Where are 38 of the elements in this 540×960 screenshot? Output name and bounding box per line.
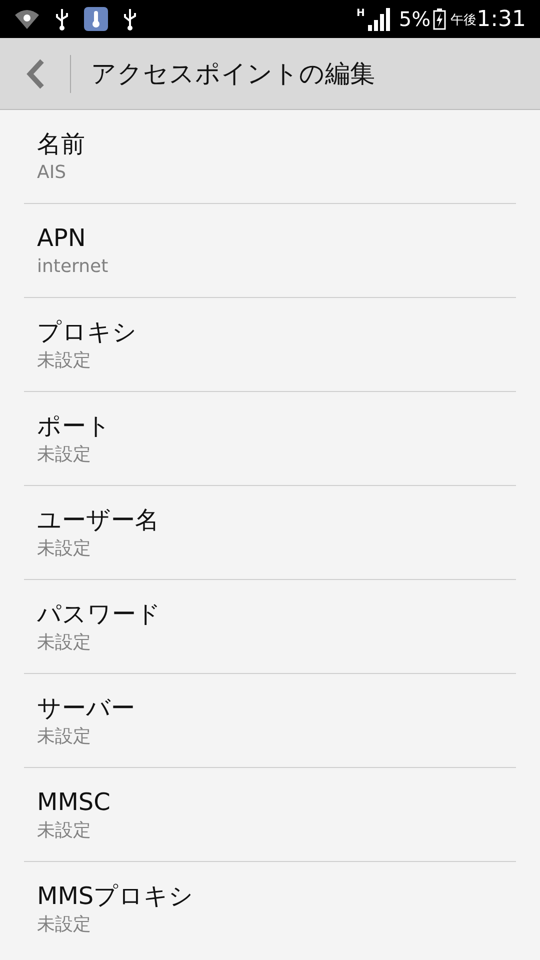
setting-item[interactable]: APN internet (24, 204, 516, 298)
setting-value: 未設定 (37, 348, 92, 372)
setting-label: MMSC (37, 786, 112, 818)
setting-item[interactable]: ポート 未設定 (24, 392, 516, 486)
setting-value: 未設定 (37, 536, 92, 560)
setting-item[interactable]: MMSC 未設定 (24, 768, 516, 862)
setting-item[interactable]: ユーザー名 未設定 (24, 486, 516, 580)
setting-value: AIS (37, 160, 68, 184)
battery-percent: 5% (398, 6, 431, 33)
setting-value: 未設定 (37, 630, 92, 654)
setting-item[interactable]: 名前 AIS (24, 110, 516, 204)
thermometer-icon (84, 7, 108, 31)
setting-label: プロキシ (37, 316, 138, 348)
screen-title: アクセスポイントの編集 (91, 58, 375, 90)
usb-icon (122, 7, 138, 31)
setting-item[interactable]: サーバー 未設定 (24, 674, 516, 768)
setting-value: internet (37, 254, 110, 278)
am-pm: 午後 (450, 12, 477, 30)
setting-item[interactable]: MMSプロキシ 未設定 (24, 862, 516, 956)
setting-label: MMSプロキシ (37, 881, 195, 912)
setting-value: 未設定 (37, 913, 92, 937)
setting-label: APN (37, 222, 87, 254)
battery-charging-icon (432, 8, 446, 30)
setting-item[interactable]: プロキシ 未設定 (24, 298, 516, 392)
setting-value: 未設定 (37, 818, 92, 842)
setting-label: 名前 (37, 128, 86, 160)
clock: 1:31 (476, 6, 526, 34)
network-type: H (356, 7, 365, 21)
usb-icon (54, 7, 70, 31)
setting-value: 未設定 (37, 724, 92, 748)
back-icon (25, 58, 45, 90)
setting-item[interactable]: パスワード 未設定 (24, 580, 516, 674)
setting-label: サーバー (37, 692, 136, 724)
setting-label: ポート (37, 410, 112, 442)
setting-label: パスワード (37, 598, 162, 630)
signal-icon (368, 7, 392, 31)
setting-label: ユーザー名 (37, 504, 160, 536)
setting-value: 未設定 (37, 442, 92, 466)
